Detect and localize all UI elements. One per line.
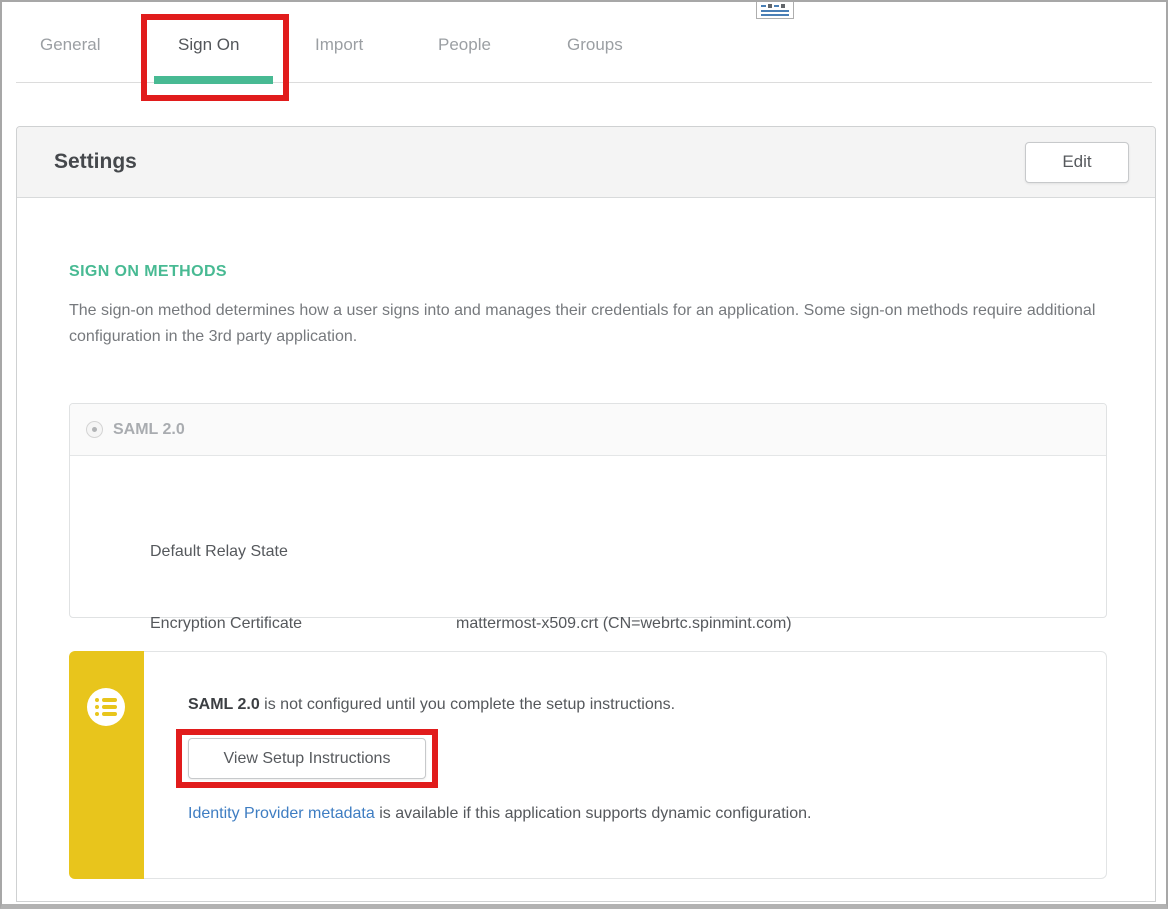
callout-message: SAML 2.0 is not configured until you com…: [188, 696, 1076, 714]
tab-groups[interactable]: Groups: [567, 35, 623, 55]
annotation-box-setup-button: View Setup Instructions: [176, 729, 438, 788]
doc-icon-dash: [774, 5, 779, 7]
settings-card: Settings Edit SIGN ON METHODS The sign-o…: [16, 126, 1156, 902]
field-label: Encryption Certificate: [150, 615, 456, 633]
saml-method-label: SAML 2.0: [113, 421, 185, 439]
saml-panel: SAML 2.0 Default Relay State Encryption …: [69, 403, 1107, 618]
callout-message-rest: is not configured until you complete the…: [260, 696, 675, 713]
metadata-link-rest: is available if this application support…: [375, 805, 812, 822]
saml-panel-header: SAML 2.0: [70, 404, 1106, 456]
tab-import[interactable]: Import: [315, 35, 363, 55]
doc-icon-line: [761, 14, 789, 16]
saml-radio-button[interactable]: [86, 421, 103, 438]
settings-card-header: Settings Edit: [17, 127, 1155, 198]
field-value: mattermost-x509.crt (CN=webrtc.spinmint.…: [456, 615, 792, 633]
identity-provider-metadata-link[interactable]: Identity Provider metadata: [188, 805, 375, 822]
field-row-default-relay-state: Default Relay State: [150, 543, 456, 561]
tab-general[interactable]: General: [40, 35, 100, 55]
screenshot-frame: General Sign On Import People Groups Set…: [0, 0, 1168, 909]
doc-icon-square: [768, 4, 772, 8]
callout-body: SAML 2.0 is not configured until you com…: [144, 651, 1107, 879]
edit-button[interactable]: Edit: [1025, 142, 1129, 183]
setup-callout: SAML 2.0 is not configured until you com…: [69, 651, 1107, 879]
doc-icon-square: [781, 4, 785, 8]
tab-people[interactable]: People: [438, 35, 491, 55]
doc-icon-line: [761, 10, 789, 12]
doc-icon-dash: [761, 5, 766, 7]
sign-on-methods-description: The sign-on method determines how a user…: [69, 298, 1113, 350]
field-label: Default Relay State: [150, 543, 456, 561]
callout-message-bold: SAML 2.0: [188, 696, 260, 713]
page-title: Settings: [54, 150, 137, 174]
embedded-doc-icon: [756, 2, 794, 19]
metadata-link-line: Identity Provider metadata is available …: [188, 805, 1076, 823]
bulleted-list-icon: [87, 688, 125, 726]
view-setup-instructions-button[interactable]: View Setup Instructions: [188, 738, 426, 779]
annotation-box-sign-on-tab: [141, 14, 289, 101]
sign-on-methods-heading: SIGN ON METHODS: [69, 263, 227, 281]
callout-yellow-strip: [69, 651, 144, 879]
field-row-encryption-certificate: Encryption Certificate mattermost-x509.c…: [150, 615, 792, 633]
